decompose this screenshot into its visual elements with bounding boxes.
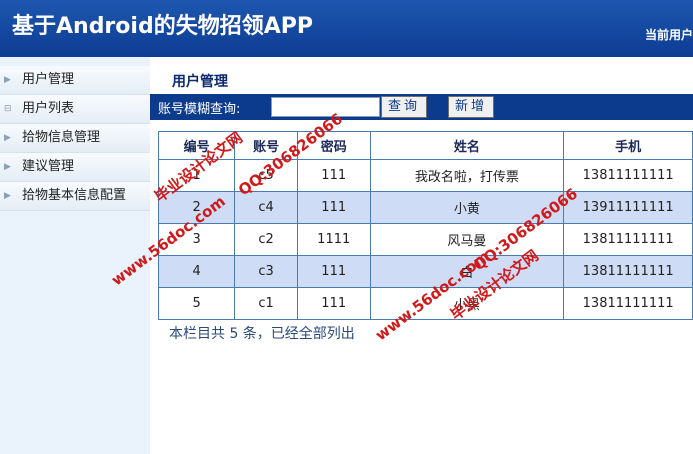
search-label: 账号模糊查询: [158, 102, 241, 117]
table-row[interactable]: 5 c1 111 小黑 13811111111 [157, 287, 693, 320]
main-content: 用户管理 账号模糊查询: 查询 新增 编号 账号 密码 姓名 手机 1 c5 1… [150, 57, 693, 454]
cell-account: c5 [234, 159, 298, 192]
sidebar-item-item-config[interactable]: ▶ 拾物基本信息配置 [0, 182, 150, 211]
sidebar-item-suggestions[interactable]: ▶ 建议管理 [0, 153, 150, 182]
sidebar-item-label: 建议管理 [22, 159, 75, 174]
cell-id: 2 [157, 191, 236, 224]
cell-password: 111 [296, 191, 371, 224]
cell-name: 风马曼 [369, 223, 565, 256]
cell-phone: 13811111111 [563, 255, 693, 288]
search-bar: 账号模糊查询: 查询 新增 [150, 94, 693, 120]
cell-phone: 13811111111 [563, 223, 693, 256]
cell-phone: 13911111111 [563, 191, 693, 224]
cell-account: c2 [234, 223, 298, 256]
table-row[interactable]: 4 c3 111 白 13811111111 [157, 255, 693, 288]
column-header-id: 编号 [157, 131, 236, 160]
cell-password: 111 [296, 159, 371, 192]
collapse-icon: ▶ [4, 191, 11, 201]
table-header-row: 编号 账号 密码 姓名 手机 [157, 131, 693, 160]
add-button[interactable]: 新增 [448, 96, 494, 118]
cell-id: 1 [157, 159, 236, 192]
minus-icon: ⊟ [4, 104, 12, 114]
app-header: 基于Android的失物招领APP 当前用户 [0, 0, 693, 57]
cell-account: c3 [234, 255, 298, 288]
app-title: 基于Android的失物招领APP [12, 14, 313, 39]
column-header-account: 账号 [234, 131, 298, 160]
sidebar-item-label: 用户列表 [22, 101, 75, 116]
table-row[interactable]: 1 c5 111 我改名啦，打传票 13811111111 [157, 159, 693, 192]
column-header-password: 密码 [296, 131, 371, 160]
cell-phone: 13811111111 [563, 159, 693, 192]
search-button[interactable]: 查询 [381, 96, 427, 118]
user-table: 编号 账号 密码 姓名 手机 1 c5 111 我改名啦，打传票 1381111… [157, 131, 693, 320]
sidebar-item-label: 拾物信息管理 [22, 130, 101, 145]
cell-name: 白 [369, 255, 565, 288]
cell-id: 4 [157, 255, 236, 288]
cell-phone: 13811111111 [563, 287, 693, 320]
cell-id: 3 [157, 223, 236, 256]
sidebar-item-user-list[interactable]: ⊟ 用户列表 [0, 95, 150, 124]
cell-password: 111 [296, 287, 371, 320]
cell-name: 我改名啦，打传票 [369, 159, 565, 192]
sidebar-item-user-management[interactable]: ▶ 用户管理 [0, 66, 150, 95]
cell-password: 1111 [296, 223, 371, 256]
search-input[interactable] [271, 97, 380, 117]
cell-name: 小黄 [369, 191, 565, 224]
table-row[interactable]: 2 c4 111 小黄 13911111111 [157, 191, 693, 224]
cell-account: c4 [234, 191, 298, 224]
cell-account: c1 [234, 287, 298, 320]
current-user-label: 当前用户 [645, 28, 693, 42]
sidebar-item-found-items[interactable]: ▶ 拾物信息管理 [0, 124, 150, 153]
column-header-phone: 手机 [563, 131, 693, 160]
cell-id: 5 [157, 287, 236, 320]
cell-password: 111 [296, 255, 371, 288]
sidebar-item-label: 用户管理 [22, 72, 75, 87]
collapse-icon: ▶ [4, 75, 11, 85]
collapse-icon: ▶ [4, 162, 11, 172]
table-row[interactable]: 3 c2 1111 风马曼 13811111111 [157, 223, 693, 256]
collapse-icon: ▶ [4, 133, 11, 143]
column-header-name: 姓名 [369, 131, 565, 160]
cell-name: 小黑 [369, 287, 565, 320]
sidebar-item-label: 拾物基本信息配置 [22, 188, 127, 203]
sidebar: ▶ 用户管理 ⊟ 用户列表 ▶ 拾物信息管理 ▶ 建议管理 ▶ 拾物基本信息配置 [0, 57, 150, 454]
page-title: 用户管理 [172, 74, 228, 90]
list-summary: 本栏目共 5 条，已经全部列出 [169, 326, 355, 342]
